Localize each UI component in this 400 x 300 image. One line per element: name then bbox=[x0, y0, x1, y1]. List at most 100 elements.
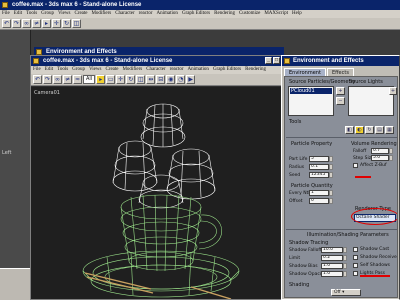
redo-icon[interactable]: ↷ bbox=[12, 19, 21, 28]
back-menu-item[interactable]: Rendering bbox=[214, 10, 235, 18]
front-menu-item[interactable]: Graph Editors bbox=[213, 66, 241, 74]
shadow-falloff-spinner[interactable] bbox=[343, 247, 347, 253]
shadow-falloff-field[interactable]: 10.0 bbox=[321, 247, 343, 253]
affect-zbuf-checkbox[interactable] bbox=[353, 163, 358, 168]
environment-effects-dialog: Environment and Effects Environment Effe… bbox=[281, 55, 400, 300]
back-menu-item[interactable]: Character bbox=[115, 10, 134, 18]
front-menu-item[interactable]: Character bbox=[146, 66, 165, 74]
back-menu-item[interactable]: File bbox=[2, 10, 10, 18]
part-life-spinner[interactable] bbox=[329, 156, 333, 162]
selection-filter-dropdown[interactable]: All bbox=[83, 75, 96, 84]
move-icon[interactable]: ✛ bbox=[116, 75, 126, 84]
radius-spinner[interactable] bbox=[329, 164, 333, 170]
back-menu-item[interactable]: Animation bbox=[157, 10, 178, 18]
select-region-icon[interactable]: ▭ bbox=[106, 75, 116, 84]
shadow-opacity-spinner[interactable] bbox=[343, 271, 347, 277]
shadow-bias-spinner[interactable] bbox=[343, 263, 347, 269]
undo-icon[interactable]: ↶ bbox=[2, 19, 11, 28]
seed-field[interactable]: 12345 bbox=[309, 172, 329, 178]
front-menu-item[interactable]: Group bbox=[72, 66, 85, 74]
source-particles-list[interactable]: PCloud01 bbox=[288, 86, 334, 116]
minimize-button[interactable]: _ bbox=[265, 57, 272, 64]
bind-icon[interactable]: ≈ bbox=[73, 75, 82, 84]
add-particle-icon[interactable]: + bbox=[336, 87, 345, 95]
every-nth-label: Every Nth bbox=[289, 191, 312, 196]
back-menu-item[interactable]: Create bbox=[74, 10, 87, 18]
tool-load-icon[interactable]: ▦ bbox=[385, 126, 394, 134]
select-icon[interactable]: ▸ bbox=[42, 19, 51, 28]
radius-field[interactable]: 0.1 bbox=[309, 164, 329, 170]
back-menu-item[interactable]: Modifiers bbox=[91, 10, 111, 18]
link-icon[interactable]: ∞ bbox=[22, 19, 31, 28]
every-nth-spinner[interactable] bbox=[329, 190, 333, 196]
rotate-icon[interactable]: ↻ bbox=[126, 75, 136, 84]
list-item[interactable]: PCloud01 bbox=[290, 88, 332, 94]
shadow-cast-label: Shadow Cast bbox=[360, 247, 390, 252]
front-menu-item[interactable]: Edit bbox=[45, 66, 53, 74]
back-menu-item[interactable]: Group bbox=[41, 10, 54, 18]
shadow-bias-field[interactable]: 1.0 bbox=[321, 263, 343, 269]
front-menu-item[interactable]: Create bbox=[105, 66, 118, 74]
shadow-limit-field[interactable]: 0.2 bbox=[321, 255, 343, 261]
front-menu-item[interactable]: Animation bbox=[188, 66, 209, 74]
back-menu-item[interactable]: Graph Editors bbox=[182, 10, 210, 18]
tool-render-icon[interactable]: ◧ bbox=[345, 126, 354, 134]
redo-icon[interactable]: ↷ bbox=[43, 75, 52, 84]
lights-pass-checkbox[interactable] bbox=[353, 271, 358, 276]
front-menu-item[interactable]: Modifiers bbox=[122, 66, 142, 74]
front-menu-item[interactable]: Rendering bbox=[245, 66, 266, 74]
align-icon[interactable]: ⊟ bbox=[156, 75, 166, 84]
tool-save-icon[interactable]: ▤ bbox=[375, 126, 384, 134]
back-viewport[interactable]: Left bbox=[0, 30, 31, 270]
seed-spinner[interactable] bbox=[329, 172, 333, 178]
back-menu-item[interactable]: MAXScript bbox=[264, 10, 288, 18]
shading-dropdown[interactable]: Off ▾ bbox=[331, 289, 361, 296]
scale-icon[interactable]: ◫ bbox=[136, 75, 146, 84]
shadow-opacity-field[interactable]: 1.0 bbox=[321, 271, 343, 277]
back-window-titlebar[interactable]: coffee.max - 3ds max 6 - Stand-alone Lic… bbox=[0, 0, 400, 10]
shadow-receive-checkbox[interactable] bbox=[353, 255, 358, 260]
front-menu-item[interactable]: File bbox=[33, 66, 41, 74]
step-size-spinner[interactable] bbox=[389, 155, 393, 161]
back-menu-item[interactable]: Edit bbox=[14, 10, 22, 18]
add-light-icon[interactable]: + bbox=[389, 87, 397, 95]
back-menu-item[interactable]: reactor bbox=[139, 10, 153, 18]
unlink-icon[interactable]: ≠ bbox=[63, 75, 72, 84]
falloff-field[interactable]: 0.7 bbox=[371, 148, 389, 154]
every-nth-field[interactable]: 1 bbox=[309, 190, 329, 196]
back-menu-item[interactable]: Tools bbox=[26, 10, 37, 18]
tool-update-icon[interactable]: ↻ bbox=[365, 126, 374, 134]
step-size-field[interactable]: 5.0 bbox=[371, 155, 389, 161]
env-dialog-titlebar[interactable]: Environment and Effects bbox=[282, 56, 399, 66]
back-menu-item[interactable]: Help bbox=[292, 10, 302, 18]
falloff-spinner[interactable] bbox=[389, 148, 393, 154]
undo-icon[interactable]: ↶ bbox=[33, 75, 42, 84]
camera-viewport[interactable]: Camera01 bbox=[31, 87, 289, 299]
back-menu-item[interactable]: Views bbox=[58, 10, 70, 18]
quick-render-icon[interactable]: ▶ bbox=[186, 75, 196, 84]
front-window-titlebar[interactable]: coffee.max - 3ds max 6 - Stand-alone Lic… bbox=[31, 56, 289, 66]
scale-icon[interactable]: ◫ bbox=[72, 19, 81, 28]
offset-field[interactable]: 0 bbox=[309, 198, 329, 204]
mirror-icon[interactable]: ⇹ bbox=[146, 75, 156, 84]
source-lights-list[interactable] bbox=[348, 86, 394, 116]
front-menu-item[interactable]: Views bbox=[89, 66, 101, 74]
front-menu-item[interactable]: reactor bbox=[170, 66, 184, 74]
render-scene-icon[interactable]: ◔ bbox=[176, 75, 186, 84]
rotate-icon[interactable]: ↻ bbox=[62, 19, 71, 28]
link-icon[interactable]: ∞ bbox=[53, 75, 62, 84]
select-icon[interactable]: ▸ bbox=[96, 75, 106, 84]
maximize-button[interactable]: □ bbox=[273, 57, 280, 64]
material-editor-icon[interactable]: ◉ bbox=[166, 75, 176, 84]
move-icon[interactable]: ✛ bbox=[52, 19, 61, 28]
unlink-icon[interactable]: ≠ bbox=[32, 19, 41, 28]
self-shadows-checkbox[interactable] bbox=[353, 263, 358, 268]
part-life-field[interactable]: 5 bbox=[309, 156, 329, 162]
front-menu-item[interactable]: Tools bbox=[57, 66, 68, 74]
tool-preview-icon[interactable]: ◐ bbox=[355, 126, 364, 134]
shadow-limit-spinner[interactable] bbox=[343, 255, 347, 261]
shadow-cast-checkbox[interactable] bbox=[353, 247, 358, 252]
remove-particle-icon[interactable]: − bbox=[336, 97, 345, 105]
offset-spinner[interactable] bbox=[329, 198, 333, 204]
back-menu-item[interactable]: Customize bbox=[239, 10, 260, 18]
